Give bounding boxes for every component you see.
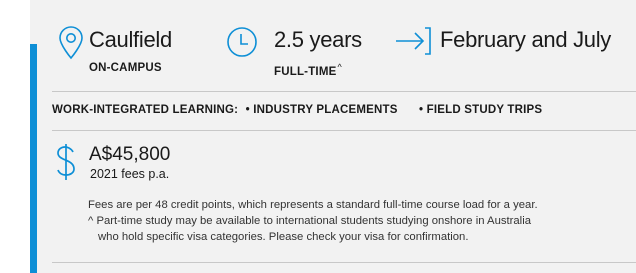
wil-item: • FIELD STUDY TRIPS	[419, 104, 543, 116]
divider	[52, 91, 636, 92]
work-integrated-learning: WORK-INTEGRATED LEARNING: • INDUSTRY PLA…	[52, 104, 542, 116]
wil-label: WORK-INTEGRATED LEARNING:	[52, 104, 239, 116]
course-duration: 2.5 years	[274, 27, 362, 52]
location-pin-icon	[58, 26, 84, 65]
footnote-continued: who hold specific visa categories. Pleas…	[98, 231, 469, 243]
arrow-into-bracket-icon	[395, 26, 433, 61]
fee-notes: Fees are per 48 credit points, which rep…	[88, 197, 636, 245]
fee-year-note: 2021 fees p.a.	[90, 167, 170, 181]
study-mode: FULL-TIME^	[274, 62, 342, 78]
intake-months: February and July	[440, 27, 611, 52]
clock-icon	[226, 26, 260, 65]
divider	[52, 262, 636, 263]
dollar-icon	[55, 143, 77, 186]
course-summary-row: Caulfield ON-CAMPUS 2.5 years FULL-TIME^…	[58, 26, 636, 80]
accent-bar	[30, 44, 37, 273]
footnote: ^ Part-time study may be available to in…	[88, 215, 531, 227]
fee-amount: A$45,800	[89, 144, 171, 165]
divider	[52, 130, 636, 131]
wil-item: • INDUSTRY PLACEMENTS	[245, 104, 398, 116]
fee-note: Fees are per 48 credit points, which rep…	[88, 199, 538, 211]
campus-name: Caulfield	[89, 27, 172, 52]
campus-mode: ON-CAMPUS	[89, 62, 162, 74]
